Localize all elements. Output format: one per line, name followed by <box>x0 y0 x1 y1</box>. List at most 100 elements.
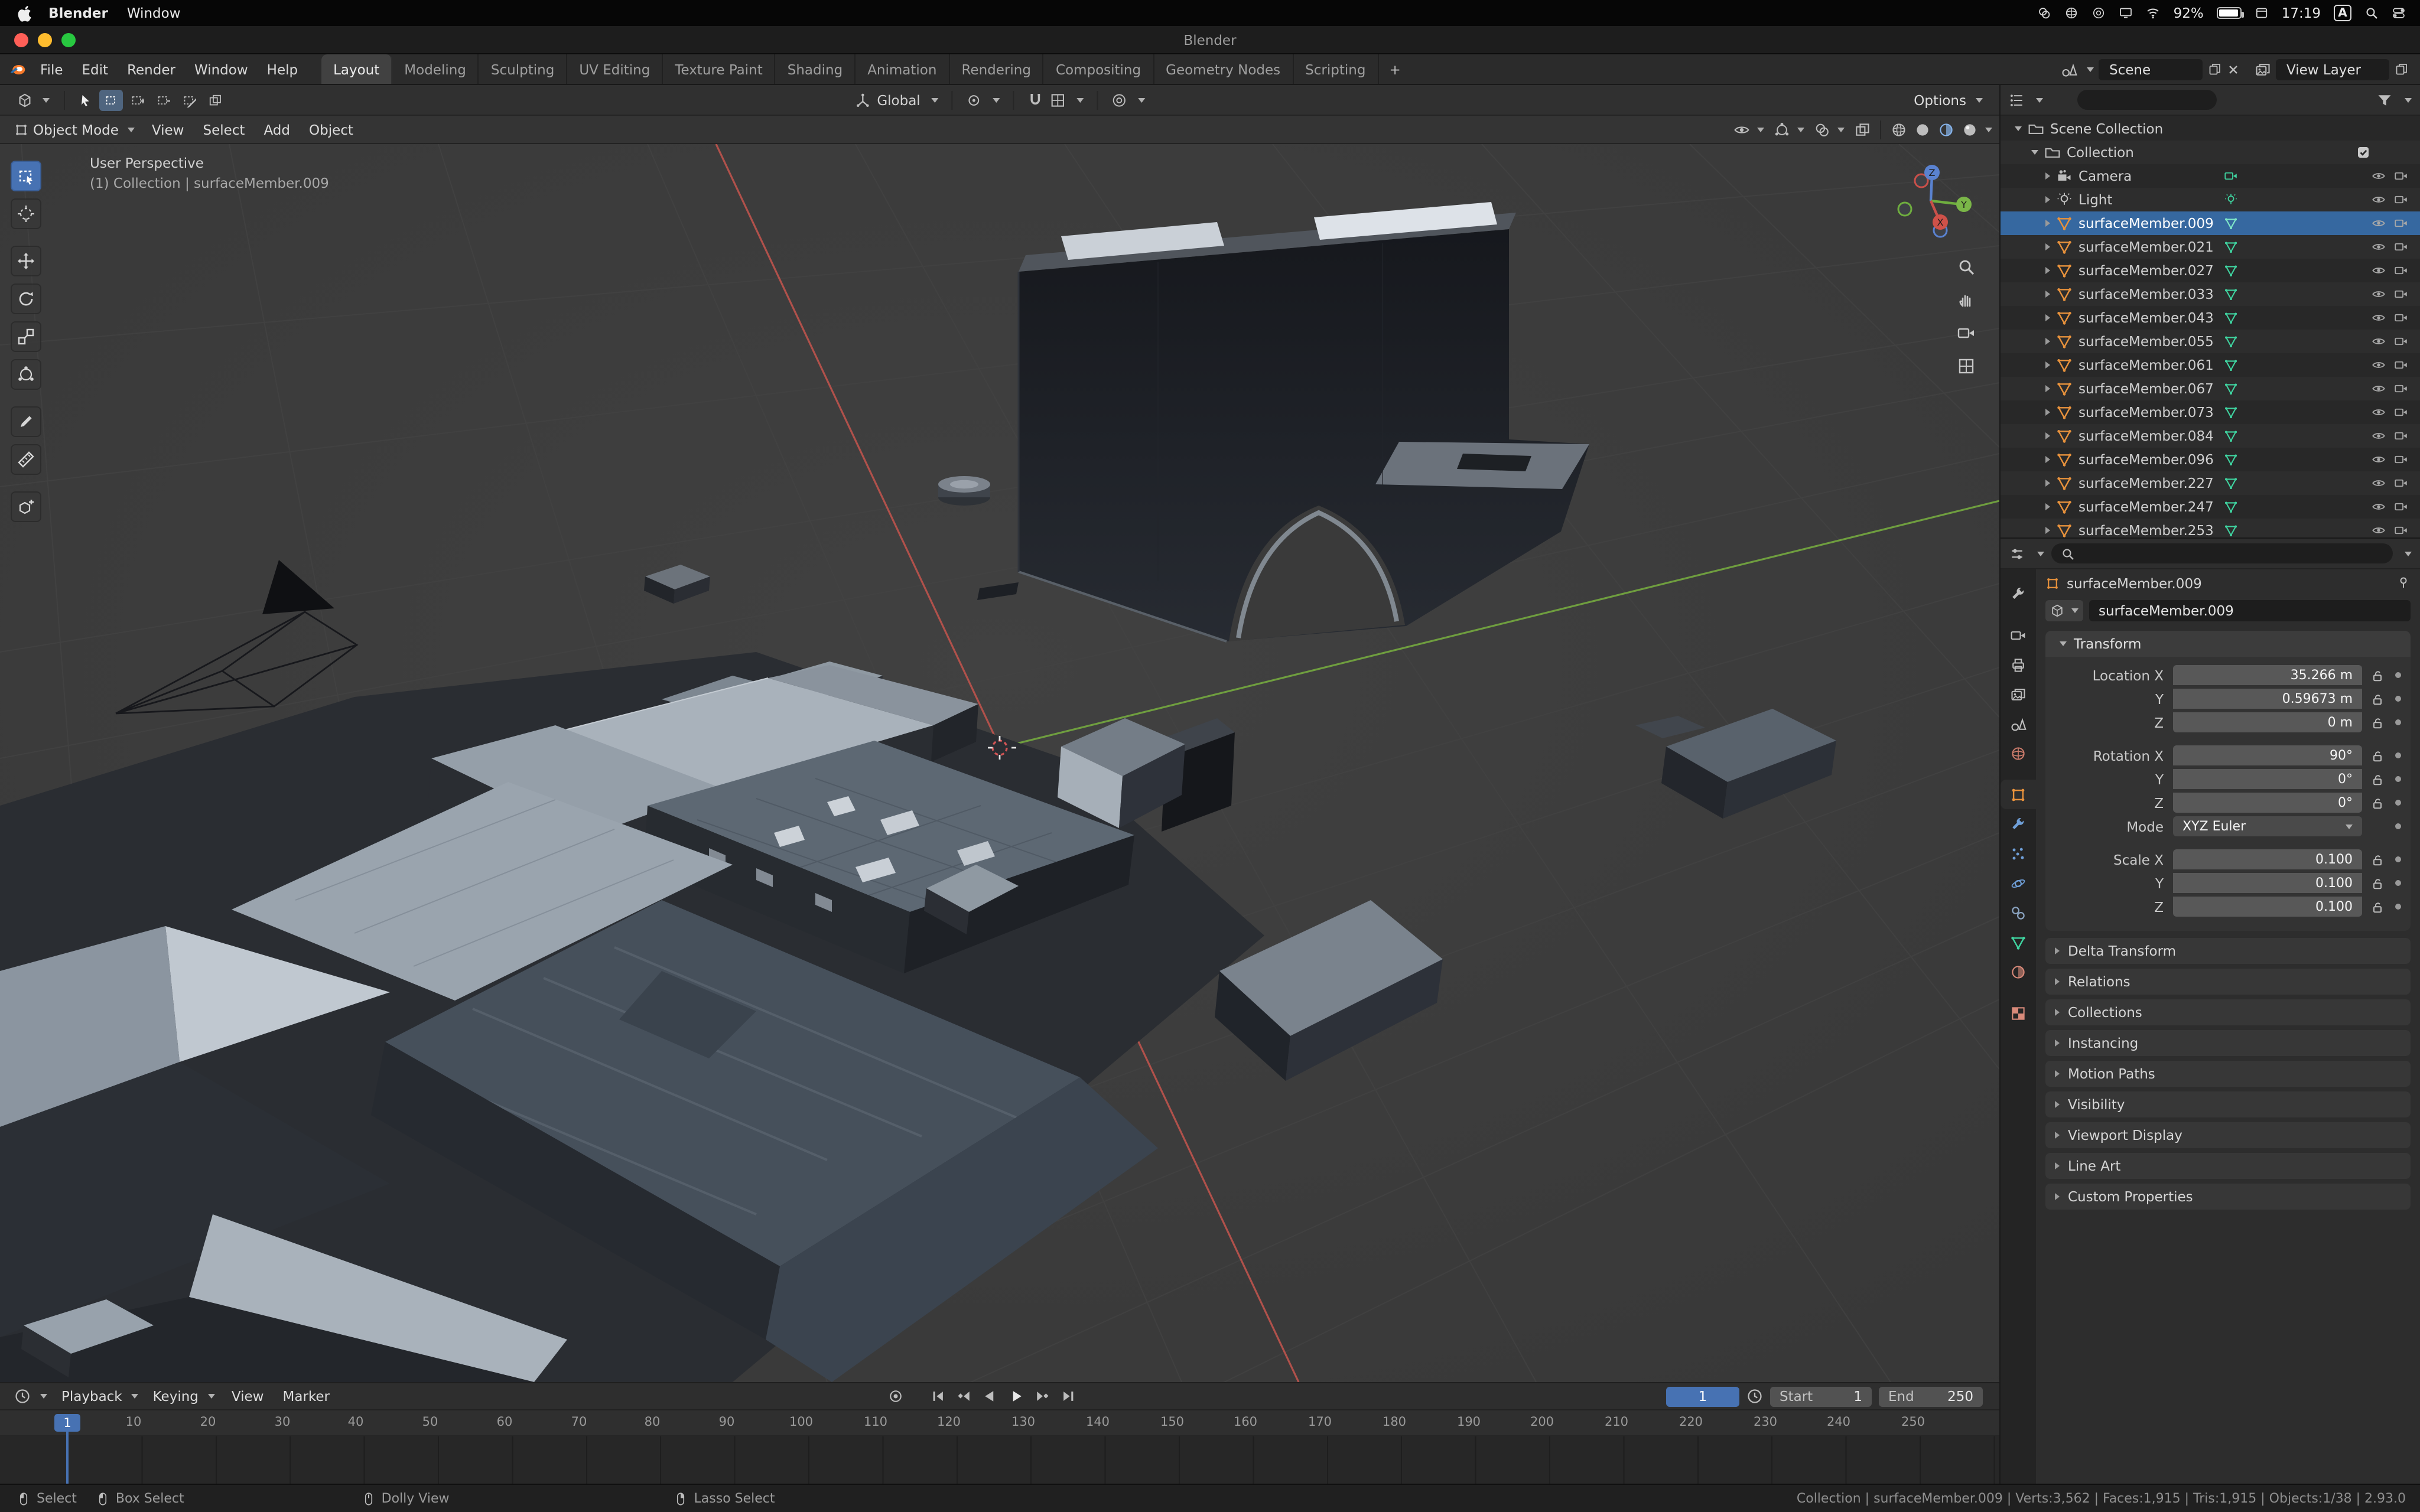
outliner-item-camera[interactable]: Camera <box>2001 164 2420 188</box>
outliner-search-input[interactable] <box>2077 90 2217 110</box>
section-viewport-display[interactable]: Viewport Display <box>2045 1122 2411 1148</box>
animate-dot[interactable] <box>2395 719 2401 725</box>
hide-in-viewport-icon[interactable] <box>2372 216 2386 230</box>
object-visibility-icon[interactable] <box>1733 121 1750 138</box>
disable-in-render-icon[interactable] <box>2394 216 2408 230</box>
view-layer-icon[interactable] <box>2255 61 2271 77</box>
scale-tool[interactable] <box>11 321 41 352</box>
lock-icon[interactable] <box>2370 796 2385 810</box>
macos-menu-window[interactable]: Window <box>127 5 181 21</box>
frame-end-field[interactable]: End250 <box>1879 1386 1983 1406</box>
outliner-item-mesh[interactable]: surfaceMember.033 <box>2001 282 2420 306</box>
tab-layout[interactable]: Layout <box>321 54 392 84</box>
lock-icon[interactable] <box>2370 692 2385 706</box>
disable-in-render-icon[interactable] <box>2394 334 2408 348</box>
scale-x-field[interactable]: 0.100 <box>2173 849 2362 869</box>
jump-to-start-button[interactable] <box>926 1386 949 1406</box>
hide-in-viewport-icon[interactable] <box>2372 405 2386 419</box>
expand-icon[interactable] <box>2045 432 2050 439</box>
menu-add[interactable]: Add <box>254 121 300 138</box>
transform-orientation-dropdown[interactable]: Global <box>877 92 920 108</box>
select-box-tool[interactable] <box>11 161 41 191</box>
lock-icon[interactable] <box>2370 772 2385 786</box>
hide-in-viewport-icon[interactable] <box>2372 500 2386 514</box>
disable-in-render-icon[interactable] <box>2394 311 2408 325</box>
hide-in-viewport-icon[interactable] <box>2372 382 2386 396</box>
light-object[interactable] <box>938 476 990 506</box>
expand-icon[interactable] <box>2045 172 2050 180</box>
tab-modifiers[interactable] <box>2001 809 2036 839</box>
timeline-ruler[interactable]: 10 20 30 40 50 60 70 80 90 100 110 120 1… <box>0 1410 1999 1436</box>
properties-editor-caret[interactable] <box>2037 551 2044 556</box>
control-center-icon[interactable] <box>2392 6 2406 20</box>
disable-in-render-icon[interactable] <box>2394 240 2408 254</box>
select-mode-set-button[interactable] <box>99 89 123 110</box>
shading-material-icon[interactable] <box>1938 121 1954 138</box>
tab-particles[interactable] <box>2001 839 2036 868</box>
blender-logo-icon[interactable] <box>9 61 26 77</box>
camera-view-icon[interactable] <box>1957 324 1976 343</box>
rotate-tool[interactable] <box>11 284 41 314</box>
select-mode-intersect-button[interactable] <box>203 89 227 110</box>
menubar-clock[interactable]: 17:19 <box>2282 5 2321 21</box>
pivot-point-icon[interactable] <box>965 92 982 108</box>
expand-icon[interactable] <box>2045 220 2050 227</box>
rotation-mode-dropdown[interactable]: XYZ Euler <box>2173 816 2362 836</box>
cursor-tool[interactable] <box>11 198 41 229</box>
menu-help[interactable]: Help <box>258 61 307 77</box>
snap-target-icon[interactable] <box>1049 92 1066 108</box>
tab-modeling[interactable]: Modeling <box>392 54 479 84</box>
properties-options-caret[interactable] <box>2405 551 2412 556</box>
select-mode-extend-button[interactable] <box>125 89 149 110</box>
menu-keying[interactable]: Keying <box>146 1386 222 1407</box>
scene-name-field[interactable]: Scene <box>2099 58 2203 80</box>
select-mode-invert-button[interactable] <box>177 89 201 110</box>
tab-shading[interactable]: Shading <box>776 54 856 84</box>
calendar-icon[interactable] <box>2255 6 2269 20</box>
apple-logo-icon[interactable] <box>17 4 32 22</box>
disable-in-render-icon[interactable] <box>2394 523 2408 537</box>
tab-rendering[interactable]: Rendering <box>949 54 1043 84</box>
outliner-item-collection[interactable]: Collection <box>2001 141 2420 164</box>
rotation-z-field[interactable]: 0° <box>2173 793 2362 813</box>
menubar-extra-icon[interactable] <box>2038 6 2052 20</box>
expand-icon[interactable] <box>2045 456 2050 463</box>
shading-rendered-icon[interactable] <box>1962 121 1978 138</box>
tab-output[interactable] <box>2001 650 2036 679</box>
overlays-caret[interactable] <box>1837 127 1845 132</box>
mode-dropdown[interactable]: Object Mode <box>7 119 142 140</box>
tab-sculpting[interactable]: Sculpting <box>479 54 567 84</box>
viewport-3d-scene[interactable] <box>0 144 1999 1382</box>
window-titlebar[interactable]: Blender <box>0 26 2420 54</box>
collection-checkbox[interactable] <box>2356 145 2370 159</box>
outliner-item-mesh[interactable]: surfaceMember.084 <box>2001 424 2420 448</box>
macos-app-menu[interactable]: Blender <box>48 5 108 21</box>
tab-physics[interactable] <box>2001 868 2036 898</box>
tab-constraints[interactable] <box>2001 898 2036 927</box>
expand-icon[interactable] <box>2045 385 2050 392</box>
expand-icon[interactable] <box>2045 480 2050 487</box>
tab-scene[interactable] <box>2001 709 2036 738</box>
filter-funnel-icon[interactable] <box>2376 92 2393 108</box>
delete-scene-icon[interactable] <box>2226 62 2240 76</box>
spotlight-search-icon[interactable] <box>2364 6 2379 20</box>
hide-in-viewport-icon[interactable] <box>2372 169 2386 183</box>
scale-y-field[interactable]: 0.100 <box>2173 873 2362 893</box>
expand-icon[interactable] <box>2045 267 2050 274</box>
scene-icon[interactable] <box>2061 61 2077 77</box>
scene-dropdown-caret[interactable] <box>2087 67 2094 71</box>
properties-search-field[interactable] <box>2051 543 2393 563</box>
timeline-editor-type-button[interactable] <box>7 1386 54 1407</box>
disable-in-render-icon[interactable] <box>2394 476 2408 490</box>
timeline-track[interactable] <box>0 1436 1999 1484</box>
axis-neg-y[interactable] <box>1898 203 1911 216</box>
tab-texture-paint[interactable]: Texture Paint <box>663 54 775 84</box>
section-delta-transform[interactable]: Delta Transform <box>2045 938 2411 964</box>
hide-in-viewport-icon[interactable] <box>2372 358 2386 372</box>
xray-toggle-icon[interactable] <box>1854 121 1871 138</box>
transform-tool[interactable] <box>11 359 41 390</box>
expand-icon[interactable] <box>2045 361 2050 369</box>
add-cube-tool[interactable] <box>11 491 41 522</box>
play-button[interactable] <box>1004 1386 1027 1406</box>
section-relations[interactable]: Relations <box>2045 969 2411 995</box>
